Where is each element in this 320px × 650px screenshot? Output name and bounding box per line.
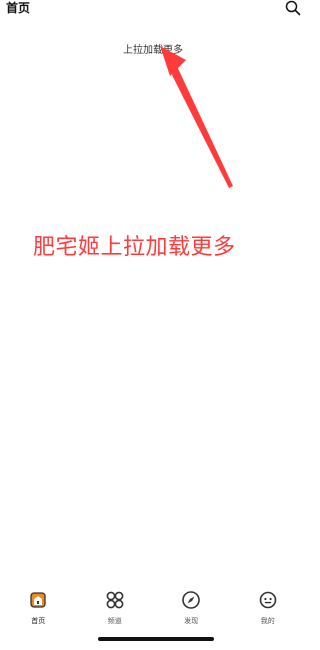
home-indicator[interactable] [98,637,214,641]
search-button[interactable] [285,0,301,16]
face-icon [259,591,277,609]
pull-up-load-more-hint: 上拉加载更多 [123,45,183,56]
page-title: 首页 [6,1,31,15]
bottom-tab-bar: 首页 频道 发现 我的 [0,584,306,634]
home-icon [30,592,46,608]
grid-icon [106,591,124,609]
tab-discover-label: 发现 [184,617,199,625]
tab-home-label: 首页 [31,617,46,625]
tab-mine[interactable]: 我的 [230,584,307,634]
annotation-arrow [160,46,233,188]
tab-channel[interactable]: 频道 [77,584,154,634]
tab-channel-label: 频道 [107,617,122,625]
tab-mine-label: 我的 [260,617,275,625]
search-icon [285,0,301,16]
top-bar: 首页 [0,0,306,20]
tab-discover[interactable]: 发现 [153,584,230,634]
compass-icon [182,591,201,609]
annotation-text: 肥宅姬上拉加载更多 [33,235,236,260]
tab-home[interactable]: 首页 [0,584,77,634]
